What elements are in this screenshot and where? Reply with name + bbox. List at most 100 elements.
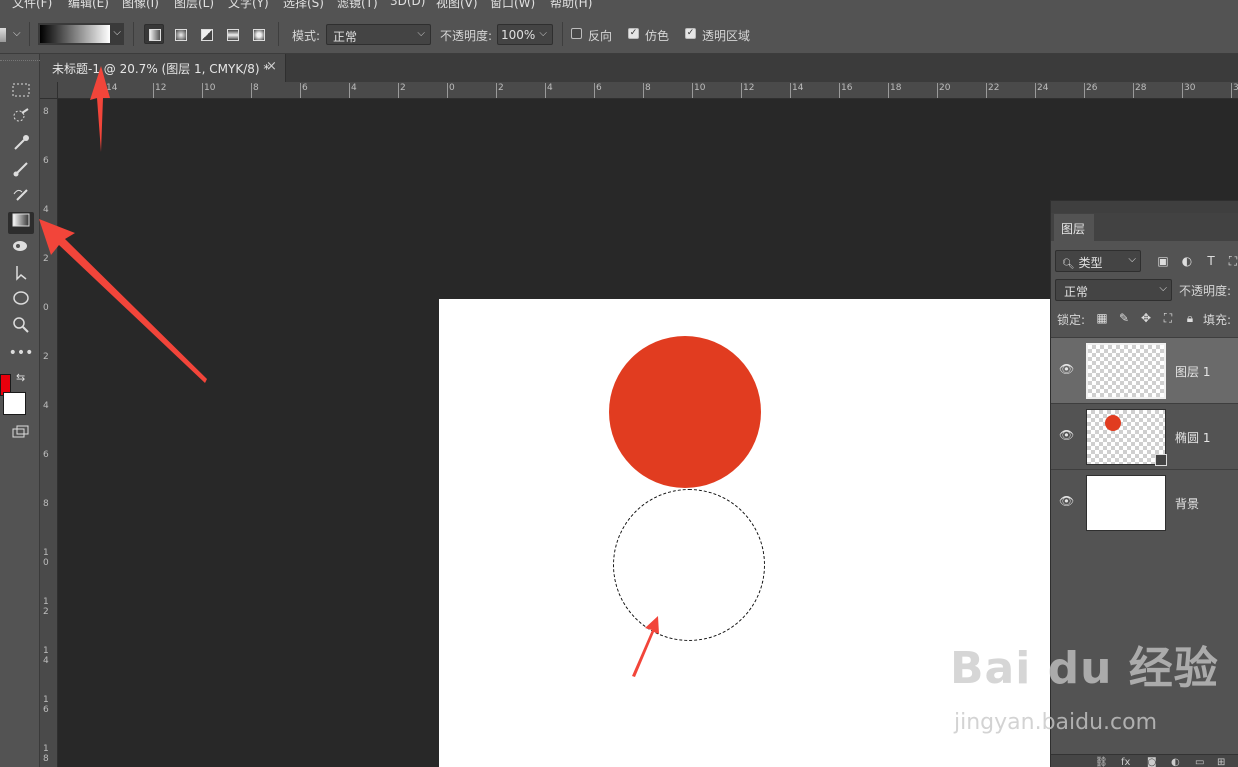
divider <box>562 22 563 46</box>
layer-row[interactable]: 👁︎ 椭圆 1 <box>1051 403 1238 469</box>
lock-artboard-icon[interactable]: ⛶ <box>1161 311 1175 325</box>
tools-panel: ••• ⇆ <box>0 54 40 767</box>
layer-row[interactable]: 👁︎ 背景 <box>1051 469 1238 535</box>
marquee-icon <box>12 83 30 97</box>
ruler-tick-label: 8 <box>43 107 49 117</box>
zoom-tool[interactable] <box>8 316 34 338</box>
document-tab[interactable]: 未标题-1 @ 20.7% (图层 1, CMYK/8) * × <box>40 54 286 82</box>
document-title: 未标题-1 @ 20.7% (图层 1, CMYK/8) * <box>52 62 270 76</box>
more-tools-button[interactable]: ••• <box>8 342 34 364</box>
reflected-gradient-button[interactable] <box>222 24 242 44</box>
menu-image[interactable]: 图像(I) <box>122 0 159 11</box>
tab-layers[interactable]: 图层 <box>1054 214 1094 241</box>
ruler-tick <box>839 83 840 98</box>
ruler-origin[interactable] <box>40 82 58 99</box>
transparency-checkbox[interactable]: ✓ <box>685 28 696 39</box>
menu-3d[interactable]: 3D(D) <box>390 0 425 8</box>
image-filter-icon[interactable]: ▣ <box>1155 253 1171 269</box>
brush-icon <box>13 162 28 177</box>
chevron-down-icon: ⌵ <box>417 28 425 39</box>
diamond-gradient-button[interactable] <box>248 24 268 44</box>
chevron-down-icon: ⌵ <box>1159 283 1167 294</box>
lock-pixels-icon[interactable]: ✎ <box>1117 311 1131 325</box>
mask-icon[interactable]: ◙ <box>1147 757 1157 767</box>
chevron-down-icon[interactable]: ⌵ <box>539 28 547 39</box>
divider <box>133 22 134 46</box>
fx-icon[interactable]: fx <box>1121 757 1130 767</box>
red-ellipse-shape[interactable] <box>609 336 761 488</box>
eyedropper-icon <box>14 135 29 150</box>
menu-view[interactable]: 视图(V) <box>436 0 478 11</box>
lock-position-icon[interactable]: ✥ <box>1139 311 1153 325</box>
history-brush-tool[interactable] <box>8 186 34 208</box>
path-selection-tool[interactable] <box>8 264 34 286</box>
watermark-brand: Bai du 经验 <box>950 643 1219 694</box>
lock-all-icon[interactable]: 🔒︎ <box>1183 311 1197 325</box>
gradient-picker[interactable]: ⌵ <box>38 23 124 45</box>
menu-help[interactable]: 帮助(H) <box>550 0 592 11</box>
ruler-tick <box>741 83 742 98</box>
tool-preset-icon[interactable] <box>0 28 6 42</box>
elliptical-selection[interactable] <box>613 489 765 641</box>
ellipse-tool[interactable] <box>8 290 34 312</box>
brush-tool[interactable] <box>8 160 34 182</box>
ruler-tick <box>1084 83 1085 98</box>
gradient-tool[interactable] <box>8 212 34 234</box>
reverse-label: 反向 <box>588 29 613 43</box>
baidu-jingyan-watermark: Bai du 经验 jingyan.baidu.com <box>950 632 1218 742</box>
mode-select[interactable]: 正常 ⌵ <box>326 24 431 45</box>
horizontal-ruler[interactable]: 141210864202468101214161820222426283032 <box>58 82 1238 99</box>
tool-preset-dropdown-icon[interactable]: ⌵ <box>13 28 21 39</box>
menu-type[interactable]: 文字(Y) <box>228 0 269 11</box>
dither-checkbox[interactable]: ✓ <box>628 28 639 39</box>
close-icon[interactable]: × <box>266 59 277 74</box>
menu-layer[interactable]: 图层(L) <box>174 0 214 11</box>
chevron-down-icon[interactable]: ⌵ <box>113 27 121 38</box>
options-bar: ⌵ ⌵ 模式: 正常 ⌵ 不透明度: 100% ⌵ 反向 ✓ 仿色 ✓ 透明区域 <box>0 12 1238 54</box>
adjustment-layer-icon[interactable]: ◐ <box>1171 757 1180 767</box>
opacity-input[interactable]: 100% ⌵ <box>497 24 553 45</box>
new-layer-icon[interactable]: ⊞ <box>1217 757 1225 767</box>
ruler-tick-label: 22 <box>988 83 1000 93</box>
lock-transparent-icon[interactable]: ▦ <box>1095 311 1109 325</box>
ruler-tick-label: 8 <box>253 83 259 93</box>
shape-filter-icon[interactable]: ⛶ <box>1225 253 1238 269</box>
vertical-ruler[interactable]: 8 6 4 2 0 2 4 6 8 10 12 14 16 18 <box>40 99 58 767</box>
reverse-checkbox[interactable] <box>571 28 582 39</box>
layer-blend-mode-select[interactable]: 正常 ⌵ <box>1055 279 1172 301</box>
menu-file[interactable]: 文件(F) <box>12 0 52 11</box>
layer-name: 椭圆 1 <box>1175 431 1211 445</box>
layer-row[interactable]: 👁︎ 图层 1 <box>1051 337 1238 403</box>
ruler-tick-label: 4 <box>351 83 357 93</box>
screen-mode-button[interactable] <box>8 424 34 446</box>
menu-edit[interactable]: 编辑(E) <box>68 0 109 11</box>
blur-tool[interactable] <box>8 238 34 260</box>
ruler-tick <box>300 83 301 98</box>
eye-icon[interactable]: 👁︎ <box>1059 362 1074 376</box>
ruler-tick-label: 8 <box>645 83 651 93</box>
eye-icon[interactable]: 👁︎ <box>1059 428 1074 442</box>
swap-colors-icon[interactable]: ⇆ <box>16 371 25 384</box>
panel-header[interactable] <box>1051 201 1238 213</box>
linear-gradient-button[interactable] <box>144 24 164 44</box>
panel-grip[interactable] <box>0 60 40 64</box>
eyedropper-tool[interactable] <box>8 134 34 156</box>
quick-select-tool[interactable] <box>8 108 34 130</box>
type-filter-icon[interactable]: T <box>1203 253 1219 269</box>
menu-select[interactable]: 选择(S) <box>283 0 324 11</box>
menu-window[interactable]: 窗口(W) <box>490 0 535 11</box>
radial-gradient-button[interactable] <box>170 24 190 44</box>
menu-filter[interactable]: 滤镜(T) <box>337 0 378 11</box>
link-layers-icon[interactable]: ⛓ <box>1095 757 1108 767</box>
angle-gradient-button[interactable] <box>196 24 216 44</box>
ellipse-icon <box>13 291 29 305</box>
layer-filter-select[interactable]: 🔍︎ 类型 ⌵ <box>1055 250 1141 272</box>
group-folder-icon[interactable]: ▭ <box>1195 757 1204 767</box>
adjustment-filter-icon[interactable]: ◐ <box>1179 253 1195 269</box>
ruler-tick-label: 6 <box>43 156 49 166</box>
marquee-tool[interactable] <box>8 82 34 104</box>
eye-icon[interactable]: 👁︎ <box>1059 494 1074 508</box>
blend-mode-value: 正常 <box>1064 285 1089 299</box>
background-color-swatch[interactable] <box>3 392 26 415</box>
ruler-tick <box>1231 83 1232 98</box>
